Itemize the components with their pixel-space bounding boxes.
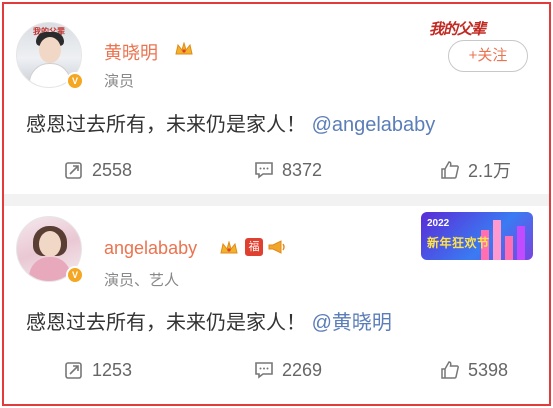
thumbs-up-icon (441, 361, 459, 379)
follow-button[interactable]: +关注 (448, 40, 528, 72)
post-text: 感恩过去所有，未来仍是家人！ @黄晓明 (26, 306, 392, 335)
comment-icon (255, 362, 273, 379)
author-name[interactable]: 黄晓明 (104, 39, 158, 65)
card-decoration: 2022 新年狂欢节 (421, 212, 533, 260)
author-subtitle: 演员、艺人 (104, 272, 180, 289)
like-count: 2.1万 (468, 161, 512, 181)
crown-icon (175, 42, 193, 55)
like-button[interactable]: 5398 (440, 358, 508, 382)
verified-badge-icon: V (66, 72, 84, 90)
post-body: 感恩过去所有，未来仍是家人！ (26, 114, 306, 136)
mention-link[interactable]: @黄晓明 (312, 312, 392, 334)
repost-count: 1253 (92, 359, 133, 380)
author-name[interactable]: angelababy (104, 238, 197, 259)
mention-link[interactable]: @angelababy (312, 114, 436, 136)
author-subtitle: 演员 (104, 73, 135, 90)
screenshot-frame: 我的父辈 V 黄晓明 演员 我的父辈 +关注 感恩过去所有，未来仍是家人！ @a… (2, 2, 551, 406)
like-button[interactable]: 2.1万 (440, 158, 511, 182)
decoration-title: 新年狂欢节 (427, 236, 490, 250)
decoration-year: 2022 (427, 218, 450, 229)
comment-button[interactable]: 8372 (254, 158, 322, 182)
comment-icon (255, 162, 273, 179)
post-body: 感恩过去所有，未来仍是家人！ (26, 312, 306, 334)
repost-count: 2558 (92, 159, 133, 180)
verified-badge-icon: V (66, 266, 84, 284)
comment-button[interactable]: 2269 (254, 358, 322, 382)
comment-count: 8372 (282, 159, 323, 180)
repost-icon (65, 162, 82, 179)
like-count: 5398 (468, 359, 509, 380)
fu-badge: 福 (245, 238, 263, 256)
repost-icon (65, 362, 82, 379)
megaphone-icon (268, 240, 285, 254)
repost-button[interactable]: 1253 (64, 358, 132, 382)
thumbs-up-icon (441, 161, 459, 179)
post-text: 感恩过去所有，未来仍是家人！ @angelababy (26, 108, 435, 137)
decoration-text: 我的父辈 (429, 21, 486, 38)
comment-count: 2269 (282, 359, 323, 380)
post-divider (4, 194, 549, 206)
repost-button[interactable]: 2558 (64, 158, 132, 182)
crown-icon (220, 241, 238, 254)
